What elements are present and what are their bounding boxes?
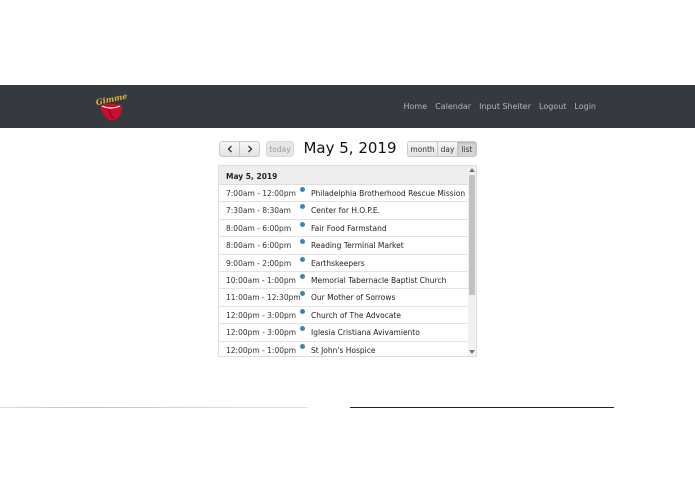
prev-button[interactable]	[219, 141, 240, 157]
event-dot-icon	[300, 326, 305, 332]
nav-link-login[interactable]: Login	[574, 102, 596, 111]
event-title[interactable]: Earthskeepers	[311, 259, 365, 268]
event-row[interactable]: 12:00pm - 1:00pm St John's Hospice	[219, 342, 469, 356]
event-rows: 7:00am - 12:00pm Philadelphia Brotherhoo…	[219, 185, 469, 356]
logo-wordmark: Gimme Shelter	[95, 91, 128, 107]
event-time: 7:30am - 8:30am	[226, 206, 291, 216]
calendar-title: May 5, 2019	[303, 139, 397, 157]
event-time: 9:00am - 2:00pm	[226, 258, 292, 268]
event-title[interactable]: Iglesia Cristiana Avivamiento	[311, 328, 420, 337]
event-dot-icon	[300, 256, 305, 262]
event-time: 7:00am - 12:00pm	[226, 189, 296, 198]
event-dot-icon	[300, 273, 305, 279]
event-row[interactable]: 12:00pm - 3:00pm Church of The Advocate	[219, 307, 469, 325]
chevron-left-icon	[227, 145, 232, 153]
calendar-toolbar: today May 5, 2019 month day list	[219, 139, 477, 161]
next-button[interactable]	[239, 141, 260, 157]
chevron-right-icon	[247, 145, 252, 153]
event-title[interactable]: Reading Terminal Market	[311, 241, 404, 250]
footer-divider-left	[0, 407, 308, 408]
logo[interactable]: Gimme Shelter	[94, 91, 128, 123]
today-button[interactable]: today	[266, 141, 294, 157]
list-day-heading: May 5, 2019	[219, 166, 469, 185]
event-time: 12:00pm - 3:00pm	[226, 328, 297, 338]
event-list: May 5, 2019 7:00am - 12:00pm Philadelphi…	[218, 165, 477, 357]
scroll-down-icon[interactable]	[469, 350, 475, 354]
event-dot-icon	[300, 308, 305, 314]
event-time: 12:00pm - 1:00pm	[226, 345, 297, 355]
event-row[interactable]: 9:00am - 2:00pm Earthskeepers	[219, 255, 469, 272]
month-view-button[interactable]: month	[407, 141, 438, 157]
event-title[interactable]: Our Mother of Sorrows	[311, 293, 395, 302]
event-title[interactable]: Fair Food Farmstand	[311, 224, 387, 233]
nav-link-input-shelter[interactable]: Input Shelter	[479, 102, 531, 111]
event-dot-icon	[300, 204, 305, 210]
event-title[interactable]: Church of The Advocate	[311, 311, 401, 320]
list-scrollbar[interactable]	[468, 166, 476, 356]
scroll-up-icon[interactable]	[469, 168, 475, 172]
event-title[interactable]: St John's Hospice	[311, 346, 375, 355]
event-row[interactable]: 7:00am - 12:00pm Philadelphia Brotherhoo…	[219, 185, 469, 203]
event-row[interactable]: 8:00am - 6:00pm Reading Terminal Market	[219, 237, 469, 255]
nav-link-home[interactable]: Home	[404, 102, 428, 111]
event-time: 10:00am - 1:00pm	[226, 275, 296, 285]
event-row[interactable]: 11:00am - 12:30pm Our Mother of Sorrows	[219, 289, 469, 307]
event-row[interactable]: 7:30am - 8:30am Center for H.O.P.E.	[219, 202, 469, 220]
nav-links: Home Calendar Input Shelter Logout Login	[404, 85, 597, 128]
event-time: 12:00pm - 3:00pm	[226, 310, 297, 320]
event-title[interactable]: Center for H.O.P.E.	[311, 206, 380, 215]
event-dot-icon	[300, 187, 305, 192]
svg-text:Gimme Shelter: Gimme Shelter	[95, 91, 128, 107]
event-dot-icon	[300, 221, 305, 227]
nav-link-logout[interactable]: Logout	[539, 102, 566, 111]
nav-link-calendar[interactable]: Calendar	[435, 102, 471, 111]
list-view-button[interactable]: list	[457, 141, 477, 157]
event-row[interactable]: 12:00pm - 3:00pm Iglesia Cristiana Aviva…	[219, 324, 469, 342]
event-title[interactable]: Philadelphia Brotherhood Rescue Mission	[311, 189, 465, 198]
event-dot-icon	[300, 343, 305, 349]
footer-divider-right	[350, 407, 614, 408]
event-row[interactable]: 8:00am - 6:00pm Fair Food Farmstand	[219, 220, 469, 238]
event-time: 8:00am - 6:00pm	[226, 241, 292, 251]
event-dot-icon	[300, 291, 305, 297]
day-view-button[interactable]: day	[437, 141, 458, 157]
scroll-thumb[interactable]	[469, 175, 475, 295]
event-row[interactable]: 10:00am - 1:00pm Memorial Tabernacle Bap…	[219, 272, 469, 290]
navbar: Gimme Shelter Home Calendar Input Shelte…	[0, 85, 695, 128]
event-title[interactable]: Memorial Tabernacle Baptist Church	[311, 276, 446, 285]
event-time: 8:00am - 6:00pm	[226, 223, 292, 233]
event-time: 11:00am - 12:30pm	[226, 293, 301, 303]
event-dot-icon	[300, 239, 305, 245]
